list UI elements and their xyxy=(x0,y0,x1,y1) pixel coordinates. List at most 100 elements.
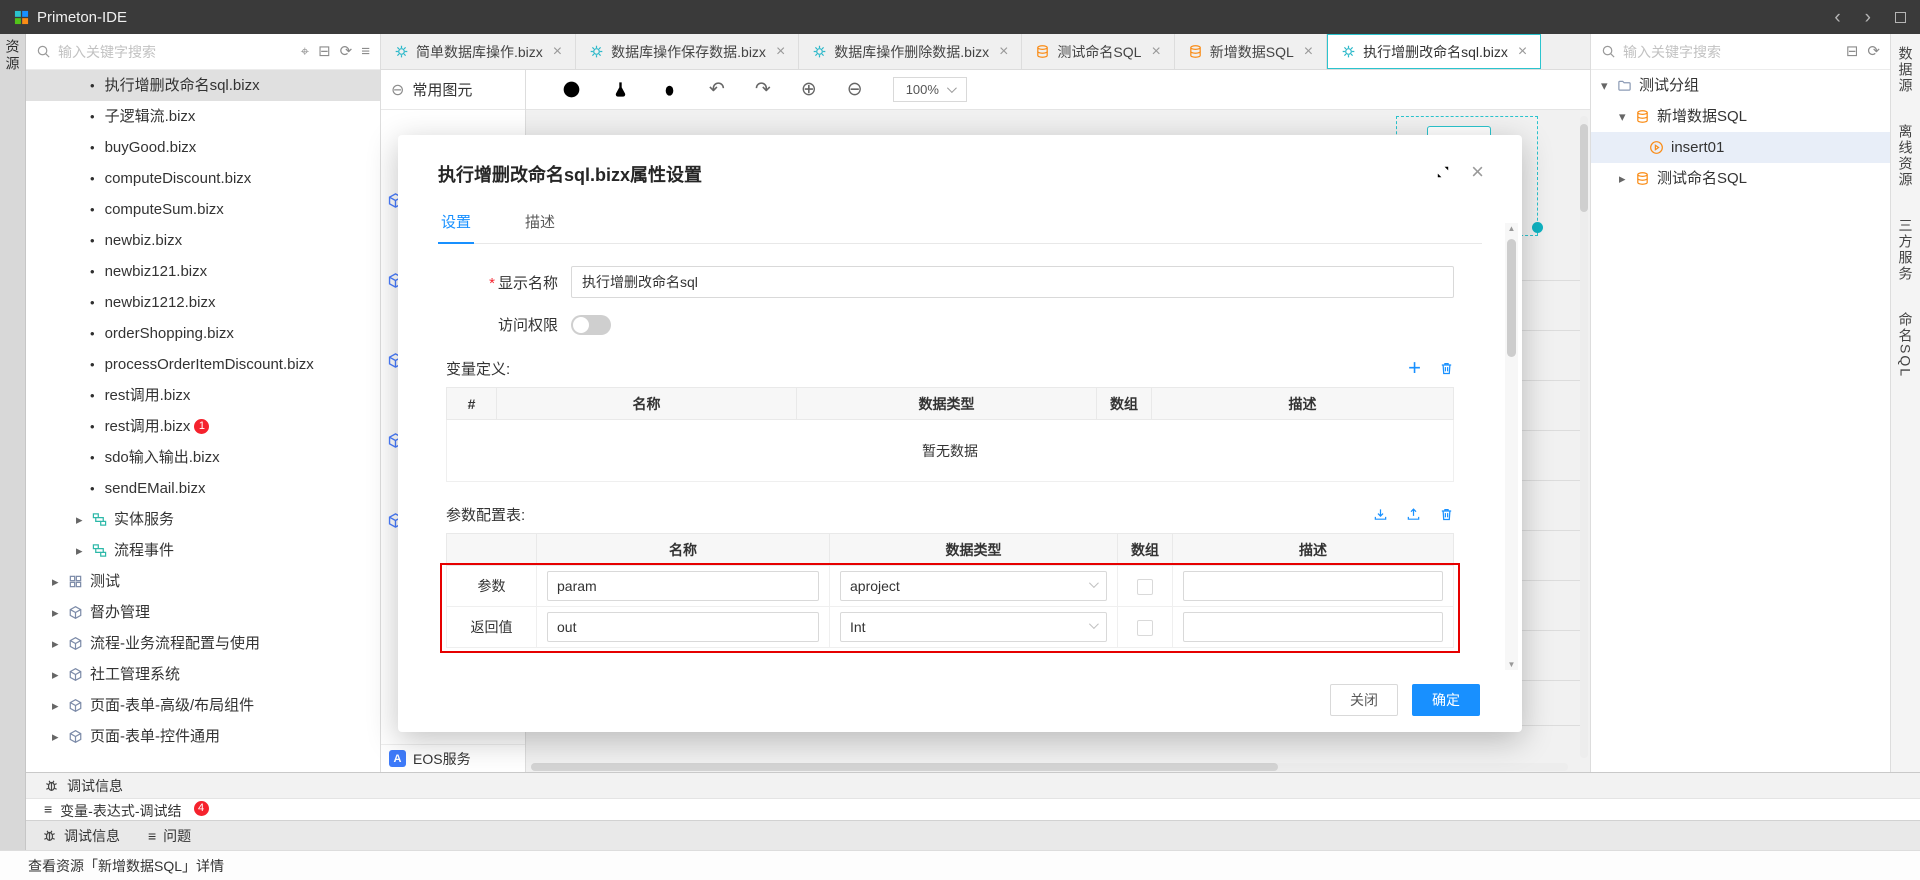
nav-back-icon[interactable]: ‹ xyxy=(1834,8,1840,27)
right-tab-thirdparty-service[interactable]: 三方服务 xyxy=(1896,218,1916,282)
caret-right-icon[interactable]: ▸ xyxy=(76,504,86,535)
tree-item-file[interactable]: •orderShopping.bizx xyxy=(26,318,380,349)
palette-header[interactable]: ⊖ 常用图元 xyxy=(381,70,525,110)
v-scroll-thumb[interactable] xyxy=(1580,124,1588,212)
tree-group[interactable]: ▸流程-业务流程配置与使用 xyxy=(26,628,380,659)
caret-right-icon[interactable]: ▸ xyxy=(52,628,62,659)
tree-item-file[interactable]: •sendEMail.bizx xyxy=(26,473,380,504)
tab-close-icon[interactable]: × xyxy=(1518,43,1527,61)
editor-tab[interactable]: 新增数据SQL× xyxy=(1175,34,1327,69)
bottom-tab-problems[interactable]: ≡ 问题 xyxy=(148,826,191,846)
palette-group-eos[interactable]: A EOS服务 xyxy=(381,744,525,772)
sql-item-row[interactable]: ▸ 测试命名SQL xyxy=(1591,163,1890,194)
canvas-h-scrollbar[interactable] xyxy=(531,763,1568,771)
redo-icon[interactable]: ↷ xyxy=(755,80,771,99)
close-icon[interactable]: × xyxy=(1471,161,1484,183)
param-array-checkbox[interactable] xyxy=(1137,620,1153,636)
undo-icon[interactable]: ↶ xyxy=(709,80,725,99)
param-datatype-select[interactable]: aproject xyxy=(840,571,1107,601)
menu-icon[interactable]: ≡ xyxy=(361,44,370,59)
scroll-down-icon[interactable]: ▼ xyxy=(1505,660,1518,669)
zoom-in-icon[interactable]: ⊕ xyxy=(801,80,817,99)
add-variable-icon[interactable]: + xyxy=(1408,357,1421,379)
tree-group[interactable]: ▸页面-表单-控件通用 xyxy=(26,721,380,752)
tree-item-file[interactable]: •newbiz1212.bizx xyxy=(26,287,380,318)
delete-param-icon[interactable] xyxy=(1439,507,1454,522)
tab-description[interactable]: 描述 xyxy=(522,203,558,243)
tree-group[interactable]: ▸督办管理 xyxy=(26,597,380,628)
tree-item-file[interactable]: •buyGood.bizx xyxy=(26,132,380,163)
editor-tab[interactable]: 数据库操作删除数据.bizx× xyxy=(799,34,1022,69)
canvas-v-scrollbar[interactable] xyxy=(1580,116,1588,758)
tab-close-icon[interactable]: × xyxy=(1304,43,1313,61)
param-name-input[interactable] xyxy=(547,612,819,642)
maximize-icon[interactable] xyxy=(1435,164,1451,180)
tree-item-file[interactable]: •processOrderItemDiscount.bizx xyxy=(26,349,380,380)
param-name-input[interactable] xyxy=(547,571,819,601)
tab-close-icon[interactable]: × xyxy=(1151,43,1160,61)
right-tab-offline-resource[interactable]: 离线资源 xyxy=(1896,124,1916,188)
editor-tab[interactable]: 简单数据库操作.bizx× xyxy=(381,34,576,69)
scroll-up-icon[interactable]: ▲ xyxy=(1505,224,1518,233)
tab-settings[interactable]: 设置 xyxy=(438,203,474,244)
caret-right-icon[interactable]: ▸ xyxy=(1619,163,1629,194)
access-toggle[interactable] xyxy=(571,315,611,335)
caret-right-icon[interactable]: ▸ xyxy=(52,659,62,690)
tree-group[interactable]: ▸流程事件 xyxy=(26,535,380,566)
tree-item-file[interactable]: •执行增删改命名sql.bizx xyxy=(26,70,380,101)
display-name-input[interactable] xyxy=(571,266,1454,298)
locate-icon[interactable]: ⌖ xyxy=(301,44,309,59)
caret-down-icon[interactable]: ▾ xyxy=(1619,101,1629,132)
sql-item-row[interactable]: ▾ 新增数据SQL xyxy=(1591,101,1890,132)
test-flask-icon[interactable] xyxy=(611,80,630,99)
debug-subtabs-row[interactable]: ≡ 变量-表达式-调试结 4 xyxy=(26,798,1920,820)
collapse-circle-icon[interactable]: ⊖ xyxy=(391,80,404,100)
tree-item-file[interactable]: •newbiz.bizx xyxy=(26,225,380,256)
delete-variable-icon[interactable] xyxy=(1439,361,1454,376)
h-scroll-thumb[interactable] xyxy=(531,763,1278,771)
sql-child-row-selected[interactable]: insert01 xyxy=(1591,132,1890,163)
debug-panel-header[interactable]: 调试信息 xyxy=(26,772,1920,798)
zoom-out-icon[interactable]: ⊖ xyxy=(847,80,863,99)
collapse-all-icon[interactable]: ⊟ xyxy=(1846,44,1859,59)
tree-item-file[interactable]: •rest调用.bizx1 xyxy=(26,411,380,442)
tree-item-file[interactable]: •computeSum.bizx xyxy=(26,194,380,225)
tree-item-file[interactable]: •newbiz121.bizx xyxy=(26,256,380,287)
sql-group-row[interactable]: ▾ 测试分组 xyxy=(1591,70,1890,101)
param-array-checkbox[interactable] xyxy=(1137,579,1153,595)
confirm-button[interactable]: 确定 xyxy=(1412,684,1480,716)
caret-down-icon[interactable]: ▾ xyxy=(1601,70,1611,101)
dialog-scrollbar[interactable]: ▲ ▼ xyxy=(1505,223,1518,670)
tree-group[interactable]: ▸社工管理系统 xyxy=(26,659,380,690)
param-datatype-select[interactable]: Int xyxy=(840,612,1107,642)
window-restore-icon[interactable] xyxy=(1895,12,1906,23)
debug-bug-icon[interactable] xyxy=(660,80,679,99)
left-search-input[interactable] xyxy=(58,44,294,60)
caret-right-icon[interactable]: ▸ xyxy=(76,535,86,566)
refresh-icon[interactable]: ⟳ xyxy=(1867,44,1880,59)
param-desc-input[interactable] xyxy=(1183,571,1443,601)
tree-item-file[interactable]: •rest调用.bizx xyxy=(26,380,380,411)
scroll-thumb[interactable] xyxy=(1507,239,1516,357)
resources-tab[interactable]: 资源 xyxy=(3,39,23,73)
import-params-icon[interactable] xyxy=(1373,507,1388,522)
editor-tab[interactable]: 数据库操作保存数据.bizx× xyxy=(576,34,799,69)
param-desc-input[interactable] xyxy=(1183,612,1443,642)
caret-right-icon[interactable]: ▸ xyxy=(52,721,62,752)
close-button[interactable]: 关闭 xyxy=(1330,684,1398,716)
tab-close-icon[interactable]: × xyxy=(553,43,562,61)
tab-close-icon[interactable]: × xyxy=(999,43,1008,61)
right-tab-datasource[interactable]: 数据源 xyxy=(1896,46,1916,94)
tree-group[interactable]: ▸测试 xyxy=(26,566,380,597)
zoom-level-select[interactable]: 100% xyxy=(893,77,967,102)
bottom-tab-debug[interactable]: 调试信息 xyxy=(42,826,120,846)
caret-right-icon[interactable]: ▸ xyxy=(52,566,62,597)
editor-tab-active[interactable]: 执行增删改命名sql.bizx× xyxy=(1327,34,1541,69)
right-tab-named-sql[interactable]: 命名SQL xyxy=(1896,312,1916,378)
tree-item-file[interactable]: •computeDiscount.bizx xyxy=(26,163,380,194)
nav-forward-icon[interactable]: › xyxy=(1865,8,1871,27)
tree-item-file[interactable]: •sdo输入输出.bizx xyxy=(26,442,380,473)
export-params-icon[interactable] xyxy=(1406,507,1421,522)
caret-right-icon[interactable]: ▸ xyxy=(52,597,62,628)
caret-right-icon[interactable]: ▸ xyxy=(52,690,62,721)
